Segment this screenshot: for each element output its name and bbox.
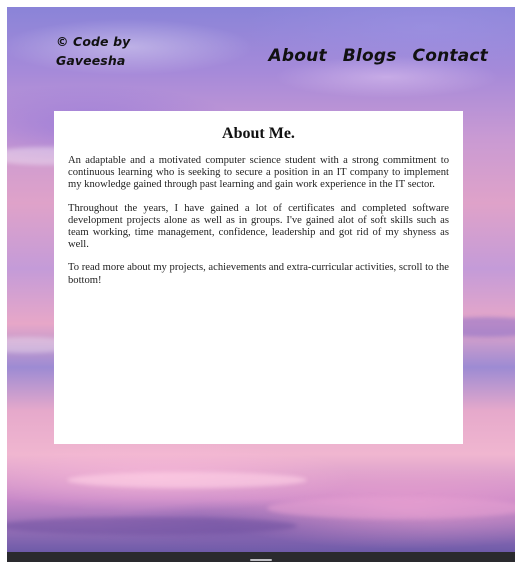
page-viewport: © Code by Gaveesha About Blogs Contact A… — [0, 0, 515, 562]
about-paragraph-3: To read more about my projects, achievem… — [68, 262, 449, 286]
cloud-streak — [7, 517, 297, 535]
brand-line-1: © Code by — [56, 34, 131, 49]
nav-link-blogs[interactable]: Blogs — [343, 46, 397, 66]
cloud-streak — [67, 472, 307, 488]
nav-link-contact[interactable]: Contact — [413, 46, 488, 66]
about-paragraph-1: An adaptable and a motivated computer sc… — [68, 155, 449, 191]
about-card: About Me. An adaptable and a motivated c… — [54, 111, 463, 444]
cloud-streak — [267, 497, 515, 519]
resize-handle[interactable] — [250, 559, 272, 561]
about-title: About Me. — [222, 125, 295, 142]
brand-logo[interactable]: © Code by Gaveesha — [56, 32, 176, 70]
nav-link-about[interactable]: About — [269, 46, 327, 66]
main-nav: About Blogs Contact — [269, 46, 488, 66]
brand-line-2: Gaveesha — [56, 53, 126, 68]
about-paragraph-2: Throughout the years, I have gained a lo… — [68, 202, 449, 251]
